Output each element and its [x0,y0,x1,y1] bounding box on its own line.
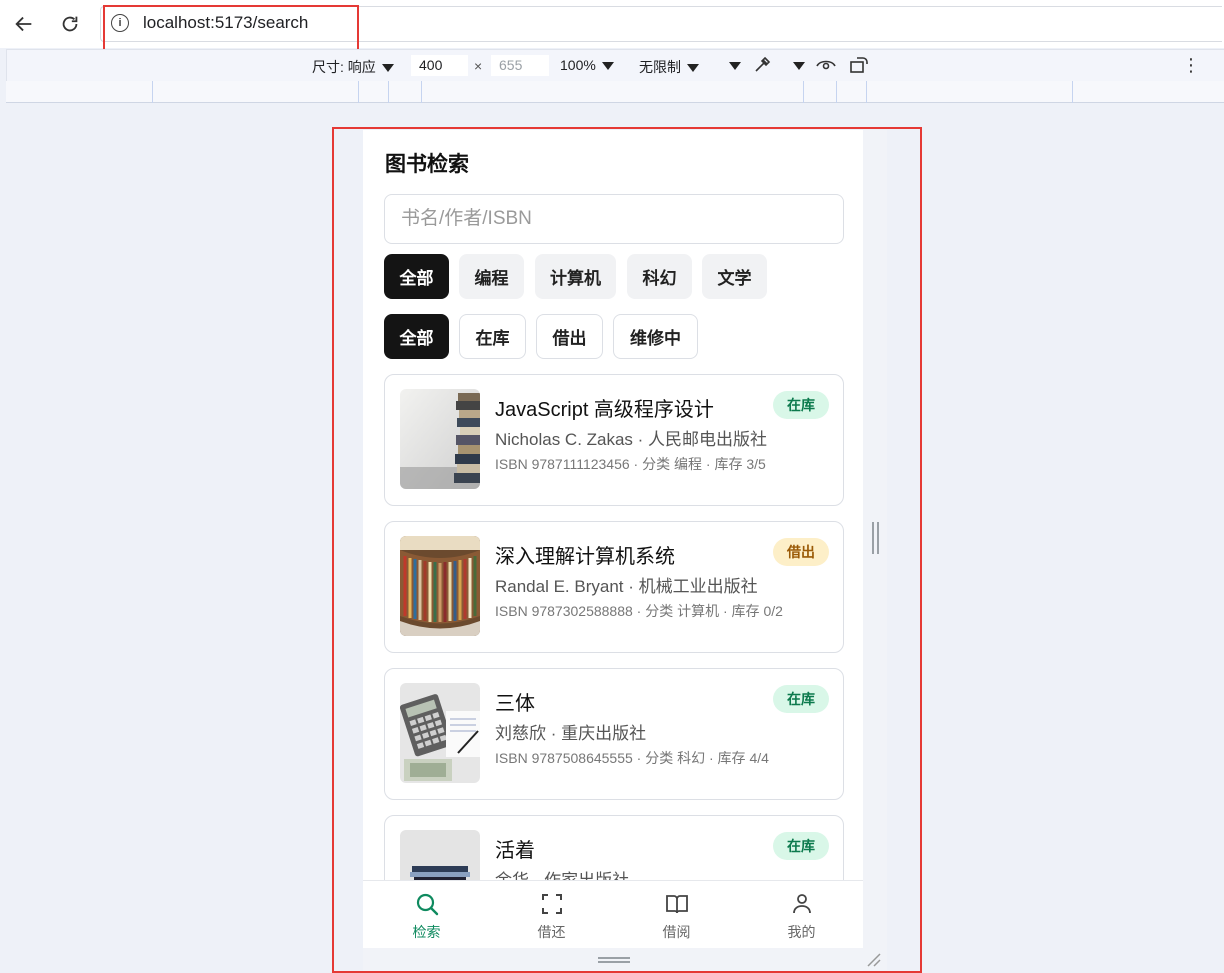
more-vert-icon[interactable]: ⋮ [1182,56,1200,74]
url-highlight-box [103,5,359,51]
dimensions-dropdown[interactable]: 尺寸: 响应 [312,57,394,77]
times-icon: × [474,58,483,74]
chevron-down-icon [601,62,614,71]
more-dropdown[interactable] [723,57,741,73]
throttle-label: 无限制 [639,59,681,75]
reload-button[interactable] [56,10,84,38]
reload-icon [62,16,78,32]
height-input[interactable]: 655 [491,55,549,76]
device-toolbar: 尺寸: 响应 400 × 655 100% 无限制 ⋮ [6,49,1224,81]
chevron-down-icon [793,62,805,71]
arrow-left-icon [15,16,32,32]
media-query-ruler [6,81,1224,103]
zoom-dropdown[interactable]: 100% [560,57,614,73]
back-button[interactable] [10,10,38,38]
eye-icon[interactable] [816,57,836,73]
zoom-label: 100% [560,57,596,73]
dimensions-label: 尺寸: 响应 [312,59,376,75]
rotate-icon[interactable] [849,56,871,74]
chevron-down-icon [729,62,741,71]
viewport-highlight-box [332,127,922,973]
vision-dropdown[interactable] [787,57,805,73]
throttle-dropdown[interactable]: 无限制 [639,57,699,77]
browser-toolbar: i localhost:5173/search [0,0,1224,51]
chevron-down-icon [687,64,699,73]
width-input[interactable]: 400 [411,55,468,76]
chevron-down-icon [381,64,394,73]
eyedropper-icon[interactable] [752,55,772,75]
